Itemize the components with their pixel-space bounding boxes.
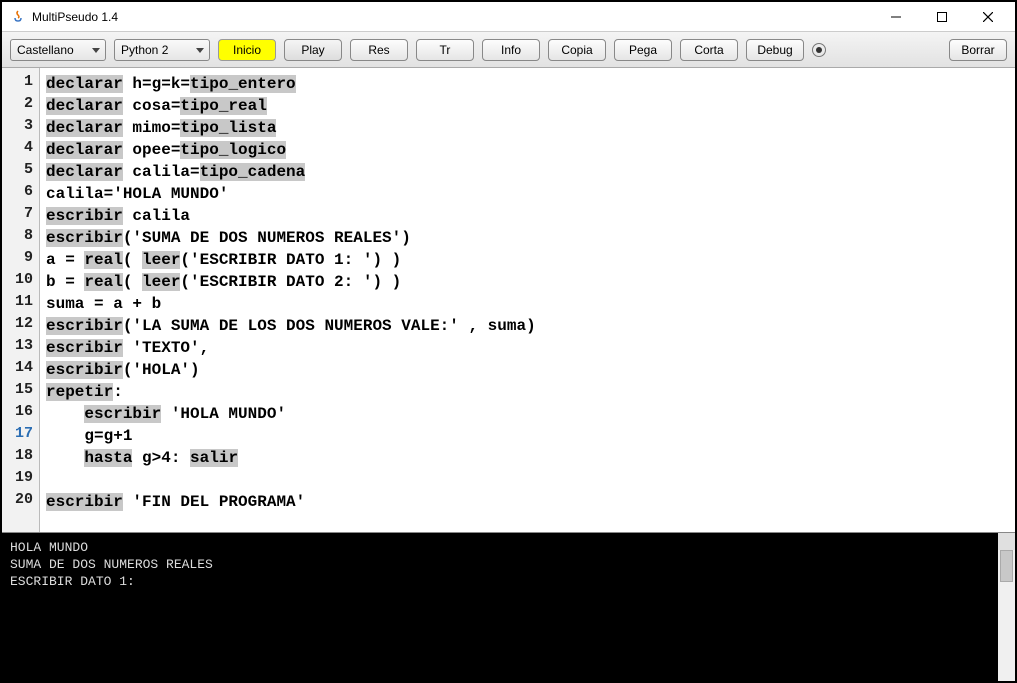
line-number: 9 [2, 249, 39, 271]
console-output[interactable]: HOLA MUNDO SUMA DE DOS NUMEROS REALES ES… [2, 533, 998, 681]
code-line[interactable] [46, 469, 1009, 491]
tr-button[interactable]: Tr [416, 39, 474, 61]
minimize-button[interactable] [873, 3, 919, 31]
corta-button[interactable]: Corta [680, 39, 738, 61]
play-button[interactable]: Play [284, 39, 342, 61]
code-line[interactable]: declarar mimo=tipo_lista [46, 117, 1009, 139]
code-line[interactable]: escribir 'FIN DEL PROGRAMA' [46, 491, 1009, 513]
code-line[interactable]: declarar cosa=tipo_real [46, 95, 1009, 117]
line-number: 18 [2, 447, 39, 469]
line-number: 15 [2, 381, 39, 403]
line-number: 6 [2, 183, 39, 205]
code-line[interactable]: repetir: [46, 381, 1009, 403]
line-number: 14 [2, 359, 39, 381]
code-line[interactable]: b = real( leer('ESCRIBIR DATO 2: ') ) [46, 271, 1009, 293]
line-number: 1 [2, 73, 39, 95]
line-number: 5 [2, 161, 39, 183]
maximize-button[interactable] [919, 3, 965, 31]
java-icon [10, 9, 26, 25]
code-editor[interactable]: declarar h=g=k=tipo_enterodeclarar cosa=… [40, 68, 1015, 532]
line-number: 17 [2, 425, 39, 447]
line-number: 12 [2, 315, 39, 337]
line-number: 20 [2, 491, 39, 513]
code-line[interactable]: declarar h=g=k=tipo_entero [46, 73, 1009, 95]
pega-button[interactable]: Pega [614, 39, 672, 61]
borrar-button[interactable]: Borrar [949, 39, 1007, 61]
code-line[interactable]: escribir('HOLA') [46, 359, 1009, 381]
line-gutter: 1234567891011121314151617181920 [2, 68, 40, 532]
debug-button[interactable]: Debug [746, 39, 804, 61]
titlebar: MultiPseudo 1.4 [2, 2, 1015, 32]
code-line[interactable]: g=g+1 [46, 425, 1009, 447]
code-line[interactable]: escribir('LA SUMA DE LOS DOS NUMEROS VAL… [46, 315, 1009, 337]
res-button[interactable]: Res [350, 39, 408, 61]
python-dropdown-value: Python 2 [121, 43, 168, 57]
line-number: 4 [2, 139, 39, 161]
line-number: 3 [2, 117, 39, 139]
code-line[interactable]: calila='HOLA MUNDO' [46, 183, 1009, 205]
code-line[interactable]: escribir 'TEXTO', [46, 337, 1009, 359]
inicio-button[interactable]: Inicio [218, 39, 276, 61]
window-title: MultiPseudo 1.4 [32, 10, 873, 24]
code-line[interactable]: hasta g>4: salir [46, 447, 1009, 469]
minimize-icon [891, 12, 901, 22]
line-number: 19 [2, 469, 39, 491]
language-dropdown[interactable]: Castellano [10, 39, 106, 61]
line-number: 2 [2, 95, 39, 117]
line-number: 10 [2, 271, 39, 293]
line-number: 7 [2, 205, 39, 227]
code-line[interactable]: escribir 'HOLA MUNDO' [46, 403, 1009, 425]
console-scrollbar[interactable] [998, 533, 1015, 681]
code-line[interactable]: escribir calila [46, 205, 1009, 227]
close-button[interactable] [965, 3, 1011, 31]
line-number: 13 [2, 337, 39, 359]
code-line[interactable]: escribir('SUMA DE DOS NUMEROS REALES') [46, 227, 1009, 249]
code-line[interactable]: suma = a + b [46, 293, 1009, 315]
line-number: 8 [2, 227, 39, 249]
close-icon [983, 12, 993, 22]
code-line[interactable]: a = real( leer('ESCRIBIR DATO 1: ') ) [46, 249, 1009, 271]
info-button[interactable]: Info [482, 39, 540, 61]
language-dropdown-value: Castellano [17, 43, 74, 57]
line-number: 11 [2, 293, 39, 315]
copia-button[interactable]: Copia [548, 39, 606, 61]
python-dropdown[interactable]: Python 2 [114, 39, 210, 61]
debug-radio[interactable] [812, 43, 826, 57]
console-panel: HOLA MUNDO SUMA DE DOS NUMEROS REALES ES… [2, 533, 1015, 681]
code-line[interactable]: declarar calila=tipo_cadena [46, 161, 1009, 183]
editor-area: 1234567891011121314151617181920 declarar… [2, 68, 1015, 533]
code-line[interactable]: declarar opee=tipo_logico [46, 139, 1009, 161]
line-number: 16 [2, 403, 39, 425]
toolbar: Castellano Python 2 Inicio Play Res Tr I… [2, 32, 1015, 68]
maximize-icon [937, 12, 947, 22]
